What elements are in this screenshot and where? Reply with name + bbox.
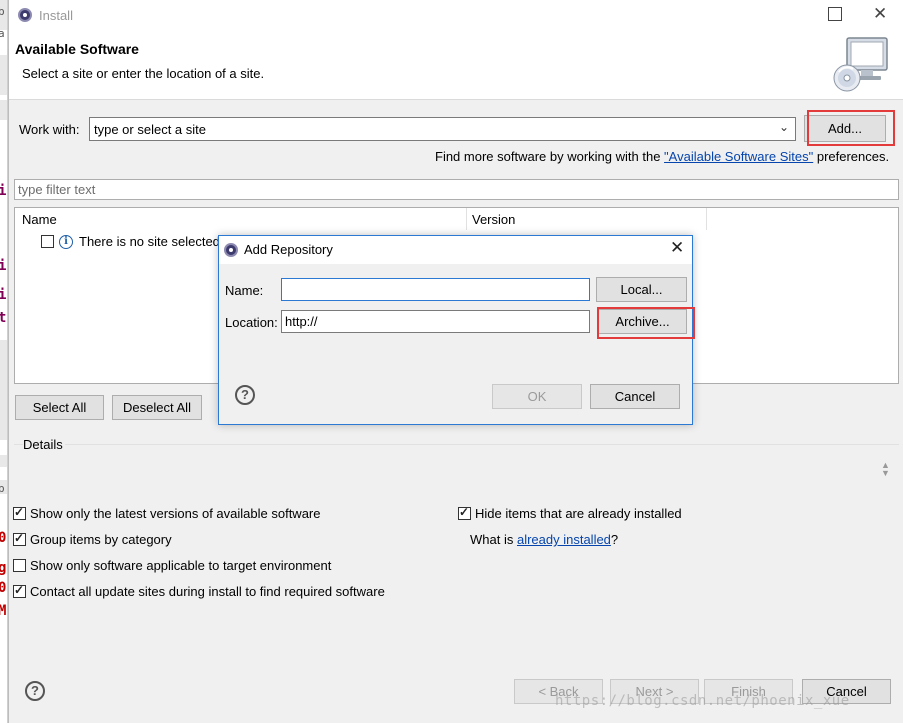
column-separator: [466, 208, 467, 230]
help-icon[interactable]: ?: [235, 385, 255, 405]
install-software-icon: [833, 37, 888, 92]
show-applicable-label: Show only software applicable to target …: [30, 558, 332, 573]
contact-all-sites-checkbox[interactable]: [13, 583, 26, 598]
name-label: Name:: [225, 283, 264, 298]
background-code-fragment: i: [0, 258, 6, 274]
work-with-combo[interactable]: type or select a site ⌄: [89, 117, 796, 141]
background-code-fragment: M: [0, 603, 6, 619]
background-code-fragment: t: [0, 310, 6, 326]
chevron-down-icon[interactable]: ⌄: [779, 120, 789, 134]
column-header-version[interactable]: Version: [472, 212, 515, 227]
header-banner: Available Software Select a site or ente…: [9, 30, 903, 100]
filter-input[interactable]: [15, 180, 898, 199]
available-software-sites-link[interactable]: "Available Software Sites": [664, 149, 813, 164]
hide-installed-label: Hide items that are already installed: [475, 506, 682, 521]
what-is-suffix: ?: [610, 532, 619, 547]
row-name: There is no site selected.: [79, 234, 224, 249]
hide-installed-checkbox[interactable]: [458, 505, 471, 520]
background-code-fragment: b: [0, 5, 5, 18]
location-input[interactable]: [282, 311, 589, 332]
name-input[interactable]: [282, 279, 589, 300]
background-block: [0, 55, 7, 95]
details-label: Details: [23, 437, 65, 452]
window-title: Install: [39, 8, 73, 23]
archive-button-highlight: [597, 307, 695, 339]
page-title: Available Software: [15, 41, 139, 57]
watermark-text: https://blog.csdn.net/phoenix_xue: [555, 693, 850, 709]
work-with-label: Work with:: [19, 122, 80, 137]
background-block: [0, 455, 7, 467]
show-latest-label: Show only the latest versions of availab…: [30, 506, 321, 521]
ok-button[interactable]: OK: [492, 384, 582, 409]
close-icon[interactable]: ✕: [670, 239, 684, 257]
more-software-suffix: preferences.: [813, 149, 890, 164]
what-is-installed-text: What is already installed?: [470, 532, 618, 547]
eclipse-icon: [224, 243, 238, 257]
background-block: [0, 100, 7, 120]
background-code-fragment: 0: [0, 580, 6, 596]
show-latest-checkbox[interactable]: [13, 505, 26, 520]
details-panel: [14, 444, 899, 498]
select-all-button[interactable]: Select All: [15, 395, 104, 420]
location-field[interactable]: [281, 310, 590, 333]
table-header: Name Version: [15, 208, 898, 230]
maximize-icon[interactable]: [828, 7, 842, 21]
more-software-text: Find more software by working with the "…: [435, 149, 889, 164]
work-with-value: type or select a site: [94, 122, 206, 137]
background-code-fragment: i: [0, 183, 6, 199]
what-is-prefix: What is: [470, 532, 517, 547]
column-separator: [706, 208, 707, 230]
background-code-fragment: i: [0, 287, 6, 303]
dialog-title-bar: Add Repository ✕: [219, 236, 692, 264]
dialog-cancel-button[interactable]: Cancel: [590, 384, 680, 409]
name-field[interactable]: [281, 278, 590, 301]
contact-all-sites-label: Contact all update sites during install …: [30, 584, 385, 599]
row-checkbox[interactable]: [41, 235, 54, 248]
background-editor-strip: baiiitp0g0M: [0, 0, 8, 723]
add-button-highlight: [807, 110, 895, 146]
group-by-category-checkbox[interactable]: [13, 531, 26, 546]
local-button[interactable]: Local...: [596, 277, 687, 302]
background-code-fragment: g: [0, 560, 6, 576]
already-installed-link[interactable]: already installed: [517, 532, 611, 547]
background-block: [0, 340, 7, 440]
details-scroll-arrows[interactable]: ▲ ▼: [881, 461, 890, 478]
filter-field[interactable]: [14, 179, 899, 200]
help-icon[interactable]: ?: [25, 681, 45, 701]
close-icon[interactable]: ✕: [873, 5, 887, 23]
location-label: Location:: [225, 315, 278, 330]
background-code-fragment: 0: [0, 530, 6, 546]
column-header-name[interactable]: Name: [22, 212, 57, 227]
deselect-all-button[interactable]: Deselect All: [112, 395, 202, 420]
page-subtitle: Select a site or enter the location of a…: [22, 66, 265, 81]
add-repository-dialog: Add Repository ✕ Name: Local... Location…: [218, 235, 695, 425]
background-code-fragment: a: [0, 27, 5, 40]
title-bar: Install ✕: [9, 0, 903, 30]
group-by-category-label: Group items by category: [30, 532, 172, 547]
show-applicable-checkbox[interactable]: [13, 559, 26, 572]
background-code-fragment: p: [0, 482, 5, 495]
dialog-title: Add Repository: [244, 242, 333, 257]
more-software-prefix: Find more software by working with the: [435, 149, 665, 164]
eclipse-icon: [18, 8, 32, 22]
info-icon: i: [59, 235, 73, 249]
